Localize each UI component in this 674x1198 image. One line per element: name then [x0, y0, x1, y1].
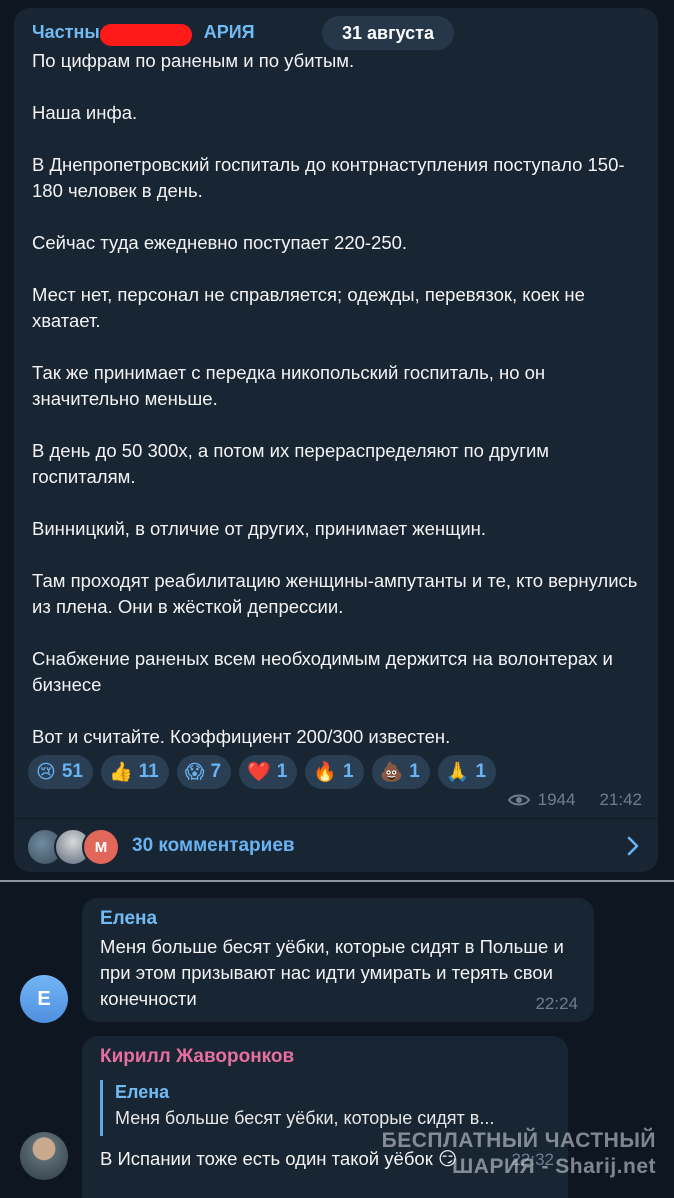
post-paragraph: Мест нет, персонал не справляется; одежд… — [32, 284, 585, 331]
avatar[interactable] — [20, 1132, 68, 1180]
reaction-heart[interactable]: ❤️ 1 — [239, 755, 298, 789]
post-paragraph: В Днепропетровский госпиталь до контрнас… — [32, 154, 625, 201]
reaction-count: 1 — [343, 761, 354, 782]
fire-icon: 🔥 — [313, 762, 338, 783]
reaction-count: 7 — [210, 761, 222, 782]
reply-author: Елена — [115, 1082, 170, 1102]
reaction-scream[interactable]: 😱 7 — [176, 755, 232, 789]
screaming-face-icon: 😱 — [184, 761, 205, 783]
reaction-count: 1 — [276, 761, 288, 782]
post-paragraph: Сейчас туда ежедневно поступает 220-250. — [32, 232, 408, 253]
channel-name-left: Частны — [32, 22, 100, 42]
comments-count-label: 30 комментариев — [132, 835, 295, 856]
channel-name-right: АРИЯ — [203, 22, 255, 42]
thumbs-up-icon: 👍 — [108, 762, 133, 783]
reaction-thumbs-up[interactable]: 👍 11 — [100, 755, 169, 789]
comments-button[interactable]: М 30 комментариев — [14, 818, 658, 873]
reaction-fire[interactable]: 🔥 1 — [305, 755, 364, 789]
comment-message[interactable]: Елена Меня больше бесят уёбки, которые с… — [82, 898, 594, 1022]
reaction-count: 1 — [475, 761, 487, 782]
post-paragraph: В день до 50 300х, а потом их перераспре… — [32, 440, 549, 487]
post-paragraph: Наша инфа. — [32, 102, 138, 123]
reaction-cry[interactable]: 😢 51 — [28, 755, 93, 789]
comment-author[interactable]: Кирилл Жаворонков — [100, 1046, 294, 1068]
crying-face-icon: 😢 — [36, 761, 56, 783]
redaction-mark — [100, 24, 192, 46]
post-paragraph: По цифрам по раненым и по убитым. — [32, 50, 355, 71]
reaction-poop[interactable]: 💩 1 — [371, 755, 430, 789]
post-paragraph: Винницкий, в отличие от других, принимае… — [32, 518, 487, 539]
eye-icon — [507, 794, 530, 806]
view-count: 1944 — [537, 790, 576, 809]
comment-author[interactable]: Елена — [100, 908, 157, 930]
watermark-line: ШАРИЯ - Sharij.net — [452, 1155, 656, 1178]
reaction-count: 51 — [61, 761, 83, 782]
watermark: БЕСПЛАТНЫЙ ЧАСТНЫЙ ШАРИЯ - Sharij.net — [382, 1128, 656, 1180]
channel-post: Частны АРИЯ 31 августа По цифрам по ранен… — [14, 8, 658, 872]
chevron-right-icon — [627, 836, 639, 856]
commenter-avatar-letter: М — [94, 838, 108, 856]
reactions-row: 😢 51 👍 11 😱 7 ❤️ 1 🔥 1 💩 1 🙏 1 — [28, 755, 497, 789]
praying-hands-icon: 🙏 — [445, 762, 470, 783]
post-paragraph: Там проходят реабилитацию женщины-ампута… — [32, 570, 638, 617]
reaction-count: 11 — [138, 761, 159, 782]
date-pill: 31 августа — [322, 16, 454, 50]
post-paragraph: Вот и считайте. Коэффициент 200/300 изве… — [32, 726, 451, 747]
reaction-pray[interactable]: 🙏 1 — [437, 755, 497, 789]
commenter-avatars: М — [26, 828, 126, 866]
post-paragraph: Снабжение раненых всем необходимым держи… — [32, 648, 613, 695]
post-time: 21:42 — [599, 790, 642, 809]
reaction-count: 1 — [409, 761, 420, 782]
discussion-divider — [0, 880, 674, 882]
post-paragraph: Так же принимает с передка никопольский … — [32, 362, 546, 409]
commenter-avatar: М — [82, 828, 120, 866]
avatar[interactable]: Е — [20, 975, 68, 1023]
poop-icon: 💩 — [379, 762, 404, 783]
chat-screen: Частны АРИЯ 31 августа По цифрам по ранен… — [0, 0, 674, 1198]
post-text: По цифрам по раненым и по убитым. Наша и… — [32, 48, 644, 750]
heart-icon: ❤️ — [247, 762, 271, 783]
post-meta: 1944 21:42 — [507, 790, 642, 810]
avatar-letter: Е — [37, 987, 51, 1010]
comment-text: Меня больше бесят уёбки, которые сидят в… — [100, 936, 564, 1009]
watermark-line: БЕСПЛАТНЫЙ ЧАСТНЫЙ — [381, 1129, 656, 1152]
comment-time: 22:24 — [535, 994, 578, 1013]
